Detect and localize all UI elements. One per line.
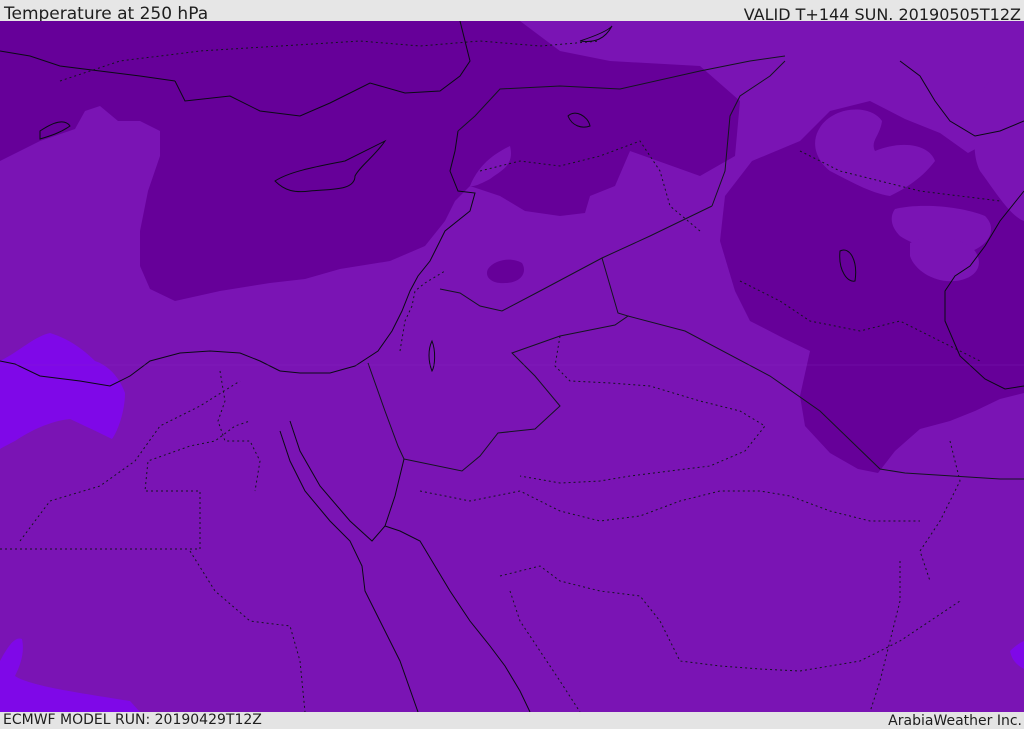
- header-bar: Temperature at 250 hPa VALID T+144 SUN. …: [0, 0, 1024, 24]
- map-canvas: [0, 21, 1024, 712]
- model-run-label: ECMWF MODEL RUN: 20190429T12Z: [3, 712, 262, 728]
- temperature-map: [0, 21, 1024, 712]
- weather-map-page: Temperature at 250 hPa VALID T+144 SUN. …: [0, 0, 1024, 729]
- credit-label: ArabiaWeather Inc.: [888, 713, 1022, 729]
- footer-bar: ECMWF MODEL RUN: 20190429T12Z ArabiaWeat…: [0, 712, 1024, 729]
